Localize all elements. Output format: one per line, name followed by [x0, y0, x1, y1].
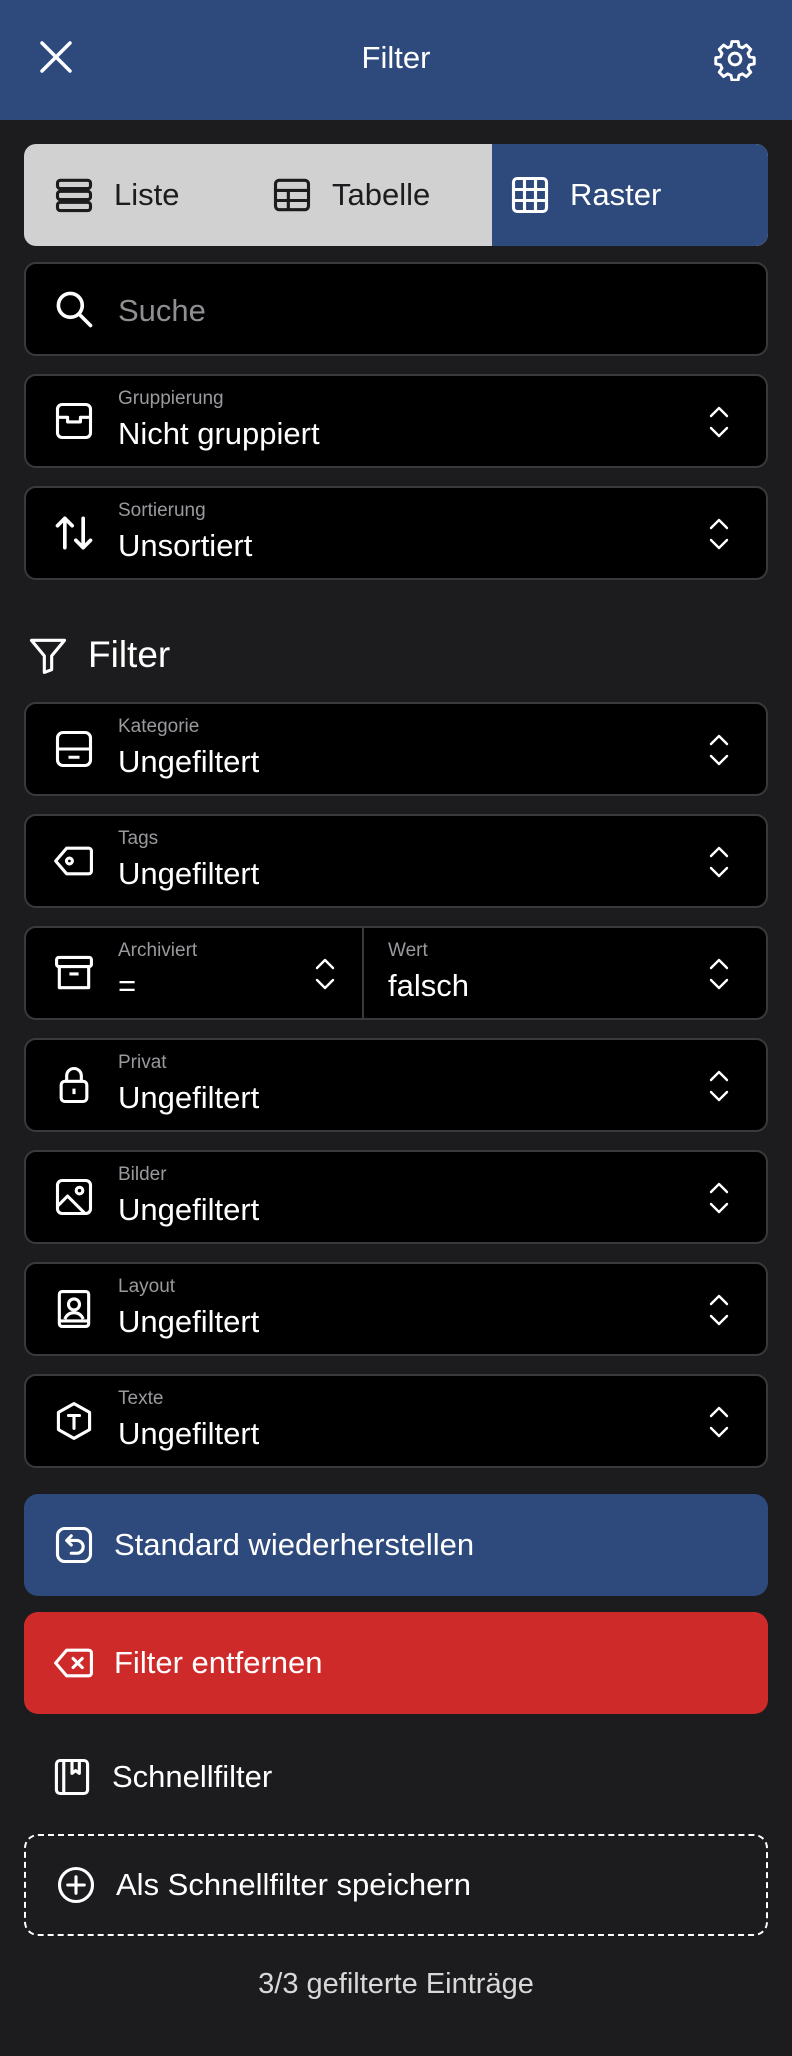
chevron-up-down-icon — [709, 1294, 729, 1326]
funnel-icon — [29, 638, 67, 674]
filter-archived: Archiviert = Wert falsch — [24, 926, 768, 1020]
save-quick-filter-label: Als Schnellfilter speichern — [116, 1867, 471, 1902]
view-mode-list[interactable]: Liste — [24, 144, 260, 246]
delete-backspace-icon — [54, 1648, 93, 1678]
filter-archived-value: falsch — [388, 968, 469, 1003]
filter-private-label: Privat — [118, 1052, 167, 1073]
view-mode-list-label: Liste — [114, 177, 180, 212]
filter-category-value: Ungefiltert — [118, 744, 260, 779]
page-title: Filter — [361, 40, 431, 75]
filter-archived-label: Archiviert — [118, 940, 198, 961]
drawer-icon — [55, 730, 93, 768]
grid-icon — [511, 176, 549, 214]
top-bar: Filter — [0, 0, 792, 120]
portrait-icon — [57, 1290, 91, 1328]
filter-texts-label: Texte — [118, 1388, 164, 1409]
chevron-up-down-icon — [709, 406, 729, 438]
view-mode-grid[interactable]: Raster — [492, 144, 768, 246]
chevron-up-down-icon — [709, 958, 729, 990]
image-icon — [55, 1178, 93, 1216]
filter-private-value: Ungefiltert — [118, 1080, 260, 1115]
chevron-up-down-icon — [709, 1070, 729, 1102]
bookmark-book-icon — [54, 1758, 90, 1796]
filter-category[interactable]: Kategorie Ungefiltert — [24, 702, 768, 796]
tag-icon — [54, 846, 93, 876]
filter-section-title: Filter — [26, 630, 170, 680]
text-hexagon-icon — [56, 1402, 92, 1440]
chevron-up-down-icon — [709, 518, 729, 550]
filter-images[interactable]: Bilder Ungefiltert — [24, 1150, 768, 1244]
reset-defaults-label: Standard wiederherstellen — [114, 1527, 475, 1562]
sorting-label: Sortierung — [118, 500, 206, 521]
sorting-value: Unsortiert — [118, 528, 253, 563]
filter-texts-value: Ungefiltert — [118, 1416, 260, 1451]
reset-defaults-button[interactable]: Standard wiederherstellen — [24, 1494, 768, 1596]
grouping-select[interactable]: Gruppierung Nicht gruppiert — [24, 374, 768, 468]
filter-images-label: Bilder — [118, 1164, 167, 1185]
view-mode-table-label: Tabelle — [332, 177, 431, 212]
chevron-up-down-icon — [709, 734, 729, 766]
table-icon — [273, 178, 311, 212]
chevron-up-down-icon — [709, 1406, 729, 1438]
undo-icon — [55, 1526, 93, 1564]
filter-tags-value: Ungefiltert — [118, 856, 260, 891]
remove-filter-label: Filter entfernen — [114, 1645, 323, 1680]
search-input[interactable]: Suche — [24, 262, 768, 356]
filter-texts[interactable]: Texte Ungefiltert — [24, 1374, 768, 1468]
save-quick-filter-button[interactable]: Als Schnellfilter speichern — [24, 1834, 768, 1936]
filter-tags[interactable]: Tags Ungefiltert — [24, 814, 768, 908]
filter-section-label: Filter — [88, 634, 171, 675]
view-mode-table[interactable]: Tabelle — [260, 144, 492, 246]
quick-filter-title-label: Schnellfilter — [112, 1759, 273, 1794]
filter-layout-label: Layout — [118, 1276, 176, 1297]
sorting-select[interactable]: Sortierung Unsortiert — [24, 486, 768, 580]
view-mode-switch: Liste Tabelle Raster — [24, 144, 768, 246]
filter-layout[interactable]: Layout Ungefiltert — [24, 1262, 768, 1356]
filter-archived-value-label: Wert — [388, 940, 428, 961]
remove-filter-button[interactable]: Filter entfernen — [24, 1612, 768, 1714]
filter-images-value: Ungefiltert — [118, 1192, 260, 1227]
sort-arrows-icon — [55, 516, 93, 550]
lock-icon — [59, 1067, 89, 1104]
plus-circle-icon — [57, 1866, 95, 1904]
grouping-value: Nicht gruppiert — [118, 416, 320, 451]
list-icon — [55, 178, 93, 213]
chevron-up-down-icon — [709, 1182, 729, 1214]
search-placeholder: Suche — [118, 293, 206, 328]
filter-tags-label: Tags — [118, 828, 159, 849]
filter-archived-operator: = — [118, 968, 137, 1003]
filtered-count: 3/3 gefilterte Einträge — [258, 1968, 534, 2000]
search-icon — [56, 291, 93, 328]
settings-button[interactable] — [713, 37, 757, 81]
grouping-label: Gruppierung — [118, 388, 224, 409]
filter-private[interactable]: Privat Ungefiltert — [24, 1038, 768, 1132]
filter-layout-value: Ungefiltert — [118, 1304, 260, 1339]
gear-icon — [714, 40, 756, 81]
filter-category-label: Kategorie — [118, 716, 200, 737]
chevron-up-down-icon — [315, 958, 335, 990]
view-mode-grid-label: Raster — [570, 177, 662, 212]
quick-filter-title: Schnellfilter — [50, 1752, 272, 1802]
chevron-up-down-icon — [709, 846, 729, 878]
tray-icon — [55, 402, 93, 440]
